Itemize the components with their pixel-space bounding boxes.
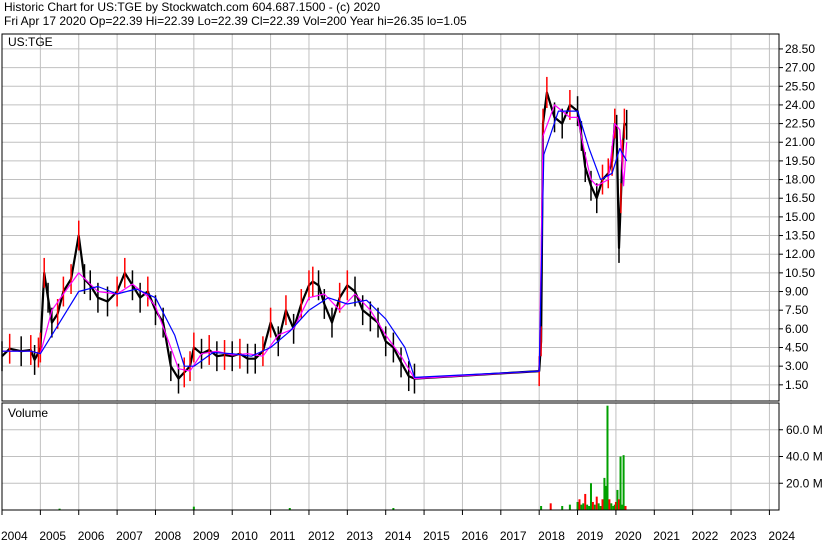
volume-bar — [568, 504, 571, 510]
x-axis: 2004 2005 2006 2007 2008 2009 2010 2011 2012 2013… — [1, 510, 795, 543]
x-tick-label: 2013 — [346, 529, 373, 543]
price-y-axis: 1.50 3.00 4.50 6.00 7.50 9.00 10.50 12.00 13.50 1… — [779, 42, 815, 392]
volume-bar — [597, 503, 600, 510]
price-tick-label: 7.50 — [785, 303, 809, 317]
price-tick-label: 6.00 — [785, 322, 809, 336]
symbol-label: US:TGE — [8, 35, 53, 49]
volume-bar — [192, 506, 195, 510]
volume-bar — [540, 505, 543, 510]
price-tick-label: 28.50 — [785, 42, 815, 56]
volume-tick-label: 40.0 M — [786, 450, 823, 464]
volume-bar — [578, 499, 581, 510]
price-tick-label: 1.50 — [785, 378, 809, 392]
x-tick-label: 2006 — [78, 529, 105, 543]
volume-bar — [601, 499, 604, 510]
x-tick-label: 2010 — [231, 529, 258, 543]
x-tick-label: 2009 — [193, 529, 220, 543]
x-tick-label: 2024 — [768, 529, 795, 543]
x-tick-label: 2022 — [692, 529, 719, 543]
volume-bars — [39, 405, 627, 510]
x-tick-label: 2018 — [538, 529, 565, 543]
x-tick-label: 2015 — [423, 529, 450, 543]
price-tick-label: 27.00 — [785, 61, 815, 75]
price-tick-label: 9.00 — [785, 285, 809, 299]
price-tick-label: 25.50 — [785, 79, 815, 93]
x-tick-label: 2008 — [154, 529, 181, 543]
volume-tick-label: 60.0 M — [786, 423, 823, 437]
volume-bar — [599, 505, 602, 510]
price-tick-label: 21.00 — [785, 135, 815, 149]
x-tick-label: 2004 — [1, 529, 28, 543]
volume-bar — [619, 456, 622, 510]
volume-bar — [588, 505, 591, 510]
volume-bar — [584, 493, 587, 510]
price-tick-label: 3.00 — [785, 359, 809, 373]
x-tick-label: 2023 — [730, 529, 757, 543]
volume-bar — [606, 405, 609, 510]
price-tick-label: 22.50 — [785, 117, 815, 131]
x-tick-label: 2019 — [577, 529, 604, 543]
x-tick-label: 2016 — [461, 529, 488, 543]
x-tick-label: 2021 — [653, 529, 680, 543]
x-tick-label: 2012 — [308, 529, 335, 543]
price-tick-label: 19.50 — [785, 154, 815, 168]
volume-tick-label: 20.0 M — [786, 476, 823, 490]
x-tick-label: 2011 — [270, 529, 296, 543]
x-tick-label: 2007 — [116, 529, 143, 543]
volume-bar — [591, 501, 594, 510]
volume-bar — [604, 485, 607, 510]
volume-y-axis: 20.0 M 40.0 M 60.0 M — [779, 423, 823, 490]
x-tick-label: 2020 — [615, 529, 642, 543]
volume-bar — [624, 505, 627, 510]
x-tick-label: 2014 — [385, 529, 412, 543]
volume-grid — [1, 403, 779, 510]
moving-average-slow-line — [2, 110, 628, 378]
volume-bar — [576, 501, 579, 510]
price-tick-label: 12.00 — [785, 247, 815, 261]
price-tick-label: 10.50 — [785, 266, 815, 280]
price-tick-label: 24.00 — [785, 98, 815, 112]
volume-bar — [586, 504, 589, 510]
price-tick-label: 4.50 — [785, 341, 809, 355]
x-tick-label: 2017 — [500, 529, 527, 543]
price-tick-label: 15.00 — [785, 210, 815, 224]
x-tick-label: 2005 — [39, 529, 66, 543]
volume-bar — [622, 455, 625, 510]
volume-bar — [580, 504, 583, 510]
price-tick-label: 16.50 — [785, 191, 815, 205]
moving-average-fast-line — [2, 104, 628, 380]
price-tick-label: 13.50 — [785, 229, 815, 243]
price-tick-label: 18.00 — [785, 173, 815, 187]
volume-bar — [561, 505, 564, 510]
volume-bar — [549, 503, 552, 510]
volume-bar — [589, 483, 592, 510]
volume-bar — [595, 496, 598, 510]
volume-bar — [610, 503, 613, 510]
volume-bar — [608, 499, 611, 510]
stock-chart: US:TGE Volume 1.50 3.00 4.50 6.00 7.50 9.00 10… — [1, 33, 823, 543]
volume-label: Volume — [8, 406, 48, 420]
volume-bar — [593, 504, 596, 510]
volume-bar — [582, 503, 585, 510]
